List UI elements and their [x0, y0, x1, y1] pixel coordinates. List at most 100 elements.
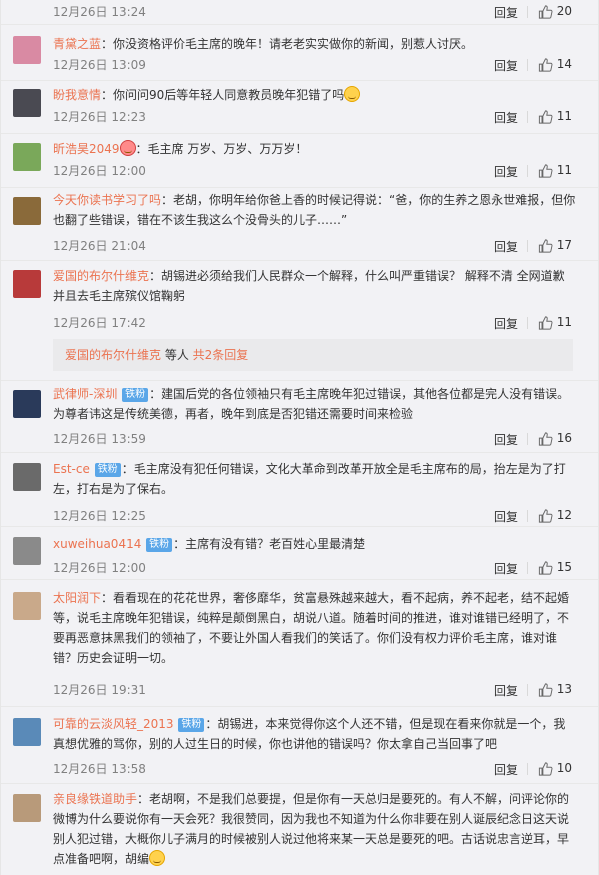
username-link[interactable]: 盼我意情 — [53, 88, 101, 102]
comment-text: 爱国的布尔什维克：胡锡进必须给我们人民群众一个解释，什么叫严重错误？ 解释不清 … — [53, 266, 576, 306]
like-count: 20 — [556, 4, 572, 18]
comment-time: 12月26日 12:25 — [53, 509, 146, 523]
comment-item: 昕浩昊2049 ：毛主席 万岁、万岁、万万岁！ 12月26日 12:00 回复 1… — [1, 134, 598, 188]
username-link[interactable]: xuweihua0414 — [53, 537, 141, 551]
like-button[interactable]: 17 — [532, 238, 572, 253]
reply-button[interactable]: 回复 — [494, 761, 518, 778]
avatar[interactable] — [13, 197, 41, 225]
comment-text: 青黛之蓝：你没资格评价毛主席的晚年！请老老实实做你的新闻，别惹人讨厌。 — [53, 34, 576, 54]
avatar[interactable] — [13, 463, 41, 491]
comment-time: 12月26日 12:00 — [53, 164, 146, 178]
username-link[interactable]: 可靠的云淡风轻_2013 — [53, 717, 174, 731]
username-link[interactable]: 武律师-深圳 — [53, 387, 117, 401]
smile-emoji-icon — [344, 86, 361, 102]
reply-button[interactable]: 回复 — [494, 109, 518, 126]
avatar[interactable] — [13, 794, 41, 822]
like-button[interactable]: 12 — [532, 508, 572, 523]
like-count: 11 — [556, 109, 572, 123]
reply-button[interactable]: 回复 — [494, 431, 518, 448]
like-count: 12 — [556, 508, 572, 522]
like-button[interactable]: 20 — [532, 4, 572, 19]
fan-badge: 铁粉 — [122, 388, 149, 402]
thumbs-up-icon — [538, 58, 553, 72]
username-link[interactable]: 青黛之蓝 — [53, 37, 101, 51]
comment-text: Est-ce 铁粉 ：毛主席没有犯任何错误，文化大革命到改革开放全是毛主席布的局，… — [53, 459, 576, 499]
reply-button[interactable]: 回复 — [494, 682, 518, 699]
like-button[interactable]: 11 — [532, 109, 572, 124]
comment-text: 亲良缘铁道助手：老胡啊，不是我们总要提，但是你有一天总归是要死的。有人不解，问评… — [53, 789, 576, 869]
avatar[interactable] — [13, 718, 41, 746]
comment-text: xuweihua0414 铁粉 ：主席有没有错？老百姓心里最清楚 — [53, 534, 576, 554]
divider — [527, 165, 528, 177]
smile-emoji-icon — [149, 850, 166, 866]
comment-time: 12月26日 13:24 — [53, 5, 146, 19]
username-link[interactable]: 亲良缘铁道助手 — [53, 792, 137, 806]
comment-body: ：毛主席 万岁、万岁、万万岁！ — [135, 142, 308, 156]
comment-body: ：看看现在的花花世界，奢侈靡华，贫富悬殊越来越大，看不起病，养不起老，结不起婚等… — [53, 591, 570, 665]
comment-item: 盼我意情：你问问90后等年轻人同意教员晚年犯错了吗 12月26日 12:23 回… — [1, 81, 598, 134]
thumbs-up-icon — [538, 110, 553, 124]
thumbs-up-icon — [538, 762, 553, 776]
like-count: 16 — [556, 431, 572, 445]
comment-item: 可靠的云淡风轻_2013 铁粉 ：胡锡进，本来觉得你这个人还不错，但是现在看来你就… — [1, 707, 598, 784]
avatar[interactable] — [13, 89, 41, 117]
reply-button[interactable]: 回复 — [494, 508, 518, 525]
thumbs-up-icon — [538, 5, 553, 19]
like-button[interactable]: 15 — [532, 560, 572, 575]
like-count: 15 — [556, 560, 572, 574]
like-button[interactable]: 11 — [532, 315, 572, 330]
avatar[interactable] — [13, 390, 41, 418]
reply-button[interactable]: 回复 — [494, 560, 518, 577]
like-button[interactable]: 16 — [532, 431, 572, 446]
reply-button[interactable]: 回复 — [494, 4, 518, 21]
username-link[interactable]: Est-ce — [53, 462, 90, 476]
reply-button[interactable]: 回复 — [494, 57, 518, 74]
like-button[interactable]: 10 — [532, 761, 572, 776]
username-link[interactable]: 昕浩昊2049 — [53, 142, 120, 156]
sub-reply-text: 等人 — [161, 348, 193, 362]
comment-time: 12月26日 13:58 — [53, 762, 146, 776]
like-count: 17 — [556, 238, 572, 252]
divider — [527, 240, 528, 252]
avatar[interactable] — [13, 36, 41, 64]
username-link[interactable]: 今天你读书学习了吗 — [53, 193, 161, 207]
sub-reply-count-link[interactable]: 共2条回复 — [193, 348, 249, 362]
username-link[interactable]: 太阳润下 — [53, 591, 101, 605]
comment-list: 12月26日 13:24 回复 20 青黛之蓝：你没资格评价毛主席的晚年！请老老… — [0, 0, 599, 875]
comment-text: 可靠的云淡风轻_2013 铁粉 ：胡锡进，本来觉得你这个人还不错，但是现在看来你就… — [53, 714, 576, 754]
thumbs-up-icon — [538, 683, 553, 697]
comment-item: 爱国的布尔什维克：胡锡进必须给我们人民群众一个解释，什么叫严重错误？ 解释不清 … — [1, 261, 598, 381]
thumbs-up-icon — [538, 561, 553, 575]
thumbs-up-icon — [538, 432, 553, 446]
comment-text: 太阳润下：看看现在的花花世界，奢侈靡华，贫富悬殊越来越大，看不起病，养不起老，结… — [53, 588, 576, 668]
avatar[interactable] — [13, 143, 41, 171]
comment-body: ：你问问90后等年轻人同意教员晚年犯错了吗 — [101, 88, 345, 102]
crown-emoji-icon — [119, 140, 136, 156]
sub-reply-user[interactable]: 爱国的布尔什维克 — [65, 348, 161, 362]
reply-button[interactable]: 回复 — [494, 315, 518, 332]
divider — [527, 111, 528, 123]
like-button[interactable]: 11 — [532, 163, 572, 178]
comment-item: 今天你读书学习了吗：老胡，你明年给你爸上香的时候记得说：“爸，你的生养之恩永世难… — [1, 188, 598, 261]
like-count: 10 — [556, 761, 572, 775]
avatar[interactable] — [13, 270, 41, 298]
divider — [527, 684, 528, 696]
avatar[interactable] — [13, 592, 41, 620]
like-count: 13 — [556, 682, 572, 696]
reply-button[interactable]: 回复 — [494, 238, 518, 255]
like-button[interactable]: 13 — [532, 682, 572, 697]
like-button[interactable]: 14 — [532, 57, 572, 72]
fan-badge: 铁粉 — [94, 463, 121, 477]
comment-body: ：你没资格评价毛主席的晚年！请老老实实做你的新闻，别惹人讨厌。 — [101, 37, 474, 51]
comment-time: 12月26日 19:31 — [53, 683, 146, 697]
thumbs-up-icon — [538, 239, 553, 253]
comment-item: 青黛之蓝：你没资格评价毛主席的晚年！请老老实实做你的新闻，别惹人讨厌。 12月2… — [1, 25, 598, 81]
avatar[interactable] — [13, 537, 41, 565]
username-link[interactable]: 爱国的布尔什维克 — [53, 269, 149, 283]
comment-item: 太阳润下：看看现在的花花世界，奢侈靡华，贫富悬殊越来越大，看不起病，养不起老，结… — [1, 580, 598, 707]
sub-replies-summary[interactable]: 爱国的布尔什维克 等人 共2条回复 — [53, 339, 573, 371]
reply-button[interactable]: 回复 — [494, 163, 518, 180]
comment-time: 12月26日 12:23 — [53, 110, 146, 124]
comment-item: 12月26日 13:24 回复 20 — [1, 0, 598, 25]
thumbs-up-icon — [538, 316, 553, 330]
